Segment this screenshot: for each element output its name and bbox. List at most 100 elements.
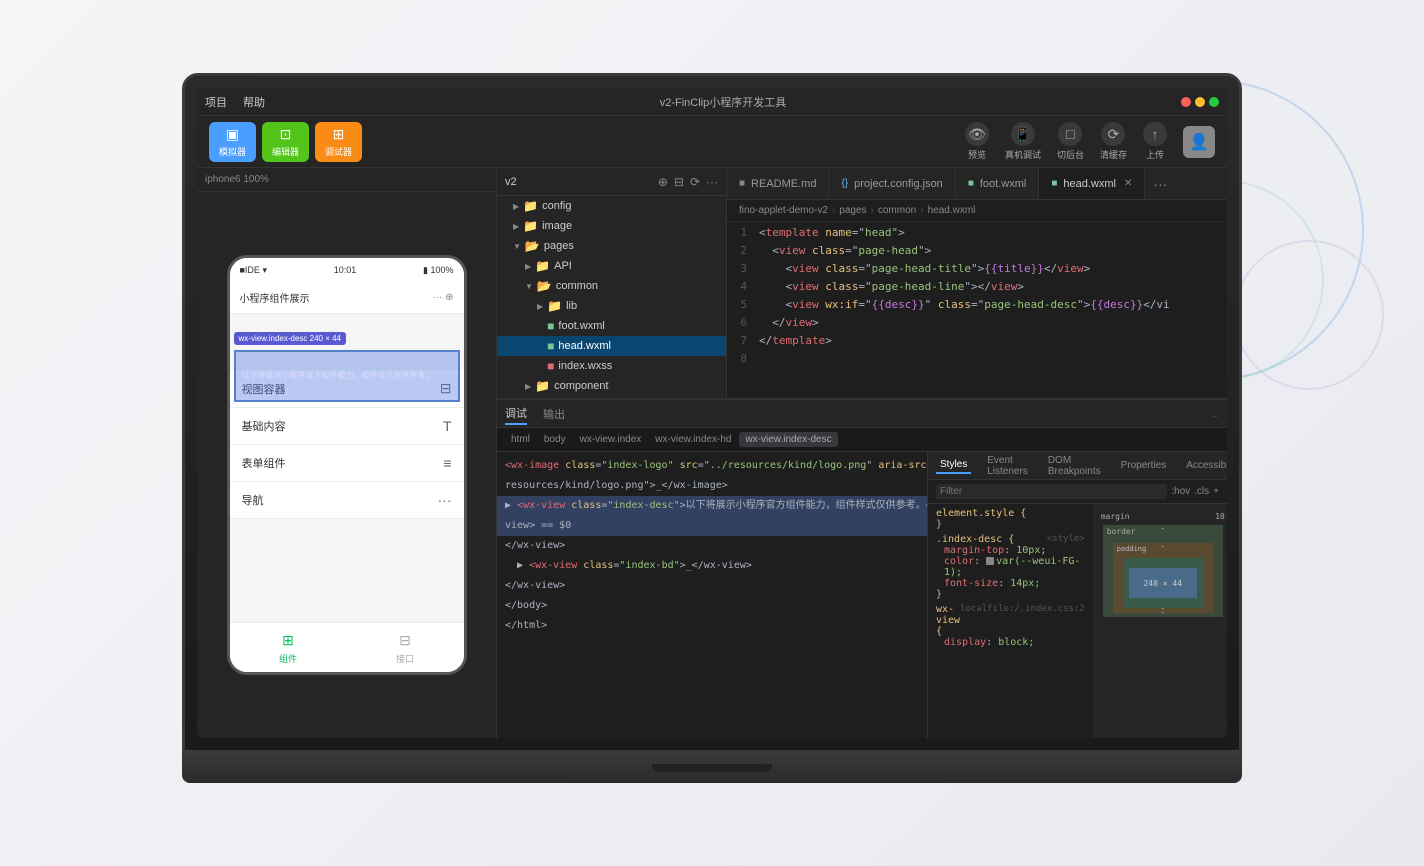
elem-tab-wx-view-index-desc[interactable]: wx-view.index-desc (739, 432, 837, 447)
styles-left: element.style { } .index-desc { <style> (928, 504, 1093, 738)
tree-item-foot-wxml[interactable]: ▶ ■ foot.wxml (497, 316, 726, 336)
tab-foot-wxml[interactable]: ■ foot.wxml (956, 168, 1040, 199)
box-margin: border - padding - 240 × 44 (1103, 525, 1223, 617)
styles-filter[interactable]: :hov .cls + (928, 480, 1227, 504)
box-model-diagram: margin10 border - padding (1093, 504, 1227, 738)
menu-item-basic[interactable]: 基础内容 T (230, 408, 464, 445)
devtools-tab-debug[interactable]: 调试 (505, 403, 527, 425)
code-line-5: 5 <view wx:if="{{desc}}" class="page-hea… (727, 298, 1227, 316)
styles-tab-dom[interactable]: DOM Breakpoints (1044, 453, 1105, 479)
code-line-2: 2 <view class="page-head"> (727, 244, 1227, 262)
tree-item-index-wxss[interactable]: ▶ ■ index.wxss (497, 356, 726, 376)
code-lines: 1 <template name="head"> 2 <view class="… (727, 222, 1227, 398)
selected-element: 以下将展示小程序官方组件能力，组件样式仅供参考。 (234, 350, 460, 402)
tab-readme[interactable]: ■ README.md (727, 168, 829, 199)
styles-tab-properties[interactable]: Properties (1117, 458, 1171, 473)
preview-btn[interactable]: 👁 预览 (965, 122, 989, 161)
element-tooltip: wx-view.index-desc 240 × 44 (234, 332, 347, 345)
devtools-tab-output[interactable]: 输出 (543, 404, 565, 424)
html-line-9: </html> (497, 616, 927, 636)
tree-item-api[interactable]: ▶ 📁 API (497, 256, 726, 276)
styles-tab-accessibility[interactable]: Accessibility (1182, 458, 1227, 473)
tree-item-image[interactable]: ▶ 📁 image (497, 216, 726, 236)
menu-project[interactable]: 项目 (205, 94, 227, 110)
simulator-btn[interactable]: ▣ 模拟器 (209, 122, 256, 162)
title-bar: 项目 帮助 v2-FinClip小程序开发工具 (197, 88, 1227, 116)
tree-item-config[interactable]: ▶ 📁 config (497, 196, 726, 216)
html-line-2: resources/kind/logo.png">_</wx-image> (497, 476, 927, 496)
elem-tab-wx-view-index-hd[interactable]: wx-view.index-hd (649, 432, 737, 447)
laptop-base (182, 753, 1242, 783)
debugger-btn[interactable]: ⊞ 调试器 (315, 122, 362, 162)
html-line-3: ▶ <wx-view class="index-desc">以下将展示小程序官方… (497, 496, 927, 516)
elem-tab-html[interactable]: html (505, 432, 536, 447)
tree-item-pages[interactable]: ▼ 📂 pages (497, 236, 726, 256)
maximize-btn[interactable] (1209, 97, 1219, 107)
iphone-titlebar: 小程序组件展示 ··· ⊕ (230, 282, 464, 314)
main-content: iphone6 100% ■IDE ▾ 10:01 ▮ 100% (197, 168, 1227, 738)
minimize-btn[interactable] (1195, 97, 1205, 107)
simulator-header: iphone6 100% (197, 168, 496, 192)
element-tabs[interactable]: html body wx-view.index wx-view.index-hd… (497, 428, 1227, 452)
tree-item-lib[interactable]: ▶ 📁 lib (497, 296, 726, 316)
code-line-6: 6 </view> (727, 316, 1227, 334)
filter-input[interactable] (936, 484, 1167, 499)
box-padding: 240 × 44 (1123, 558, 1203, 608)
code-line-8: 8 (727, 352, 1227, 370)
editor-btn[interactable]: ⊡ 编辑器 (262, 122, 309, 162)
css-rule-index-desc: .index-desc { <style> margin-top: 10px; … (936, 534, 1085, 600)
devtools-panel: 调试 输出 ... html body wx-view.index (497, 398, 1227, 738)
styles-panel: Styles Event Listeners DOM Breakpoints P… (927, 452, 1227, 738)
styles-tab-event[interactable]: Event Listeners (983, 453, 1032, 479)
html-line-1: <wx-image class="index-logo" src="../res… (497, 456, 927, 476)
tab-interface[interactable]: ⊟ 接口 (395, 630, 415, 665)
editor-tabs[interactable]: ■ README.md {} project.config.json (727, 168, 1227, 200)
iphone-content: wx-view.index-desc 240 × 44 以下将展示小程序官方组件… (230, 314, 464, 622)
tree-item-common[interactable]: ▼ 📂 common (497, 276, 726, 296)
html-line-5: </wx-view> (497, 536, 927, 556)
file-tree-icons[interactable]: ⊕⊟⟳··· (658, 175, 718, 189)
html-line-8: </body> (497, 596, 927, 616)
app-title: v2-FinClip小程序开发工具 (265, 94, 1181, 110)
toolbar: ▣ 模拟器 ⊡ 编辑器 ⊞ 调试器 (197, 116, 1227, 168)
html-line-4: view> == $0 (497, 516, 927, 536)
user-avatar[interactable]: 👤 (1183, 126, 1215, 158)
elem-tab-body[interactable]: body (538, 432, 572, 447)
close-btn[interactable] (1181, 97, 1191, 107)
simulator-panel: iphone6 100% ■IDE ▾ 10:01 ▮ 100% (197, 168, 497, 738)
device-debug-btn[interactable]: 📱 真机调试 (1005, 122, 1041, 161)
clear-cache-btn[interactable]: ⟳ 清缓存 (1100, 122, 1127, 161)
menu-item-nav[interactable]: 导航 ··· (230, 482, 464, 519)
editor-panel: ■ README.md {} project.config.json (727, 168, 1227, 398)
elem-tab-wx-view-index[interactable]: wx-view.index (574, 432, 648, 447)
code-line-3: 3 <view class="page-head-title">{{title}… (727, 262, 1227, 280)
upload-btn[interactable]: ↑ 上传 (1143, 122, 1167, 161)
tree-item-component[interactable]: ▶ 📁 component (497, 376, 726, 396)
tab-more[interactable]: ··· (1145, 176, 1175, 192)
menu-help[interactable]: 帮助 (243, 94, 265, 110)
menu-bar[interactable]: 项目 帮助 (205, 94, 265, 110)
styles-content: element.style { } .index-desc { <style> (928, 504, 1227, 738)
file-tree-panel: v2 ⊕⊟⟳··· ▶ 📁 conf (497, 168, 727, 398)
iphone-tabbar: ⊞ 组件 ⊟ 接口 (230, 622, 464, 672)
cut-bg-btn[interactable]: □ 切后台 (1057, 122, 1084, 161)
iphone-frame: ■IDE ▾ 10:01 ▮ 100% 小程序组件展示 ··· ⊕ (227, 255, 467, 675)
code-line-1: 1 <template name="head"> (727, 226, 1227, 244)
laptop-notch (652, 764, 772, 772)
tab-project-config[interactable]: {} project.config.json (829, 168, 955, 199)
tab-component[interactable]: ⊞ 组件 (278, 630, 298, 665)
toolbar-right: 👁 预览 📱 真机调试 □ 切后台 (965, 122, 1215, 161)
code-line-7: 7 </template> (727, 334, 1227, 352)
tree-item-head-wxml[interactable]: ▶ ■ head.wxml (497, 336, 726, 356)
html-line-7: </wx-view> (497, 576, 927, 596)
window-controls[interactable] (1181, 97, 1219, 107)
styles-tab-styles[interactable]: Styles (936, 457, 971, 474)
tab-head-wxml[interactable]: ■ head.wxml ✕ (1039, 168, 1145, 199)
toolbar-left: ▣ 模拟器 ⊡ 编辑器 ⊞ 调试器 (209, 122, 362, 162)
iphone-statusbar: ■IDE ▾ 10:01 ▮ 100% (230, 258, 464, 282)
devtools-html-panel: <wx-image class="index-logo" src="../res… (497, 452, 927, 738)
menu-item-form[interactable]: 表单组件 ≡ (230, 445, 464, 482)
styles-tabs[interactable]: Styles Event Listeners DOM Breakpoints P… (928, 452, 1227, 480)
devtools-top-tabs[interactable]: 调试 输出 ... (497, 400, 1227, 428)
css-rule-element-style: element.style { } (936, 508, 1085, 530)
